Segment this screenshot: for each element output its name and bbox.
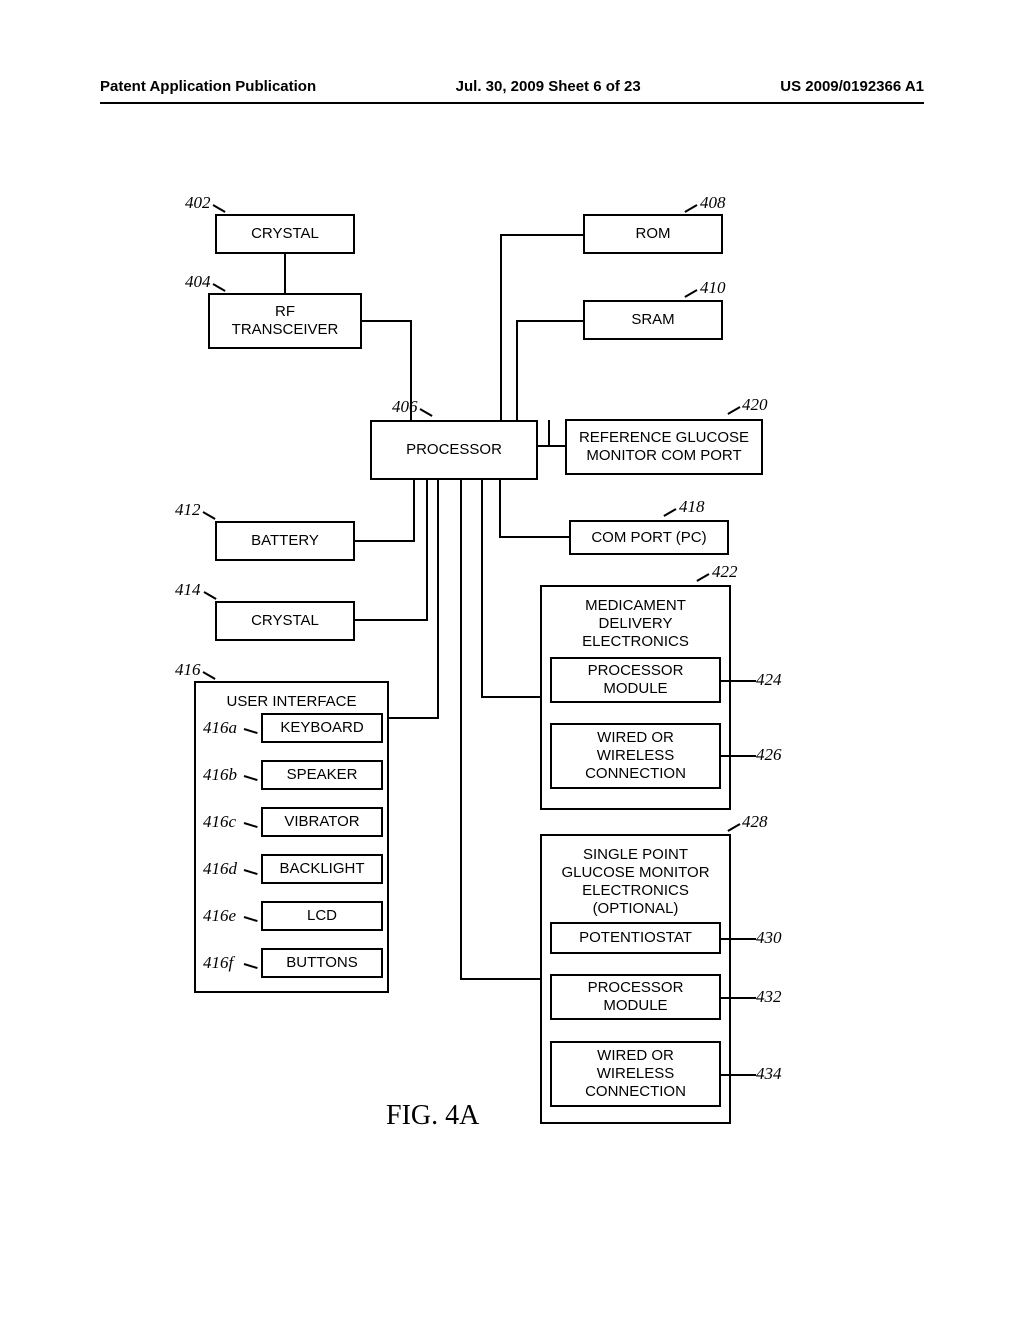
line: [362, 320, 412, 322]
tick: [684, 204, 697, 213]
ref-428: 428: [742, 812, 768, 832]
vibrator-box: VIBRATOR: [261, 807, 383, 837]
tick: [721, 938, 756, 940]
tick: [204, 591, 217, 600]
connection-1-box: WIRED OR WIRELESS CONNECTION: [550, 723, 721, 789]
lcd-box: LCD: [261, 901, 383, 931]
line: [389, 717, 439, 719]
tick: [727, 823, 740, 832]
buttons-box: BUTTONS: [261, 948, 383, 978]
line: [284, 254, 286, 293]
header-mid: Jul. 30, 2009 Sheet 6 of 23: [456, 78, 641, 95]
line: [548, 420, 550, 445]
ref-434: 434: [756, 1064, 782, 1084]
line: [516, 320, 518, 420]
tick: [203, 671, 216, 680]
ref-412: 412: [175, 500, 201, 520]
reference-glucose-box: REFERENCE GLUCOSE MONITOR COM PORT: [565, 419, 763, 475]
tick: [696, 573, 709, 582]
processor-module-2-box: PROCESSOR MODULE: [550, 974, 721, 1020]
crystal-2-box: CRYSTAL: [215, 601, 355, 641]
ref-416: 416: [175, 660, 201, 680]
potentiostat-box: POTENTIOSTAT: [550, 922, 721, 954]
tick: [721, 1074, 756, 1076]
tick: [663, 508, 676, 517]
tick: [721, 755, 756, 757]
header-right: US 2009/0192366 A1: [780, 78, 924, 95]
line: [426, 480, 428, 621]
ref-424: 424: [756, 670, 782, 690]
ref-408: 408: [700, 193, 726, 213]
line: [410, 320, 412, 420]
ref-416a: 416a: [203, 718, 237, 738]
backlight-box: BACKLIGHT: [261, 854, 383, 884]
line: [516, 320, 583, 322]
sram-box: SRAM: [583, 300, 723, 340]
tick: [420, 408, 433, 417]
ref-416e: 416e: [203, 906, 236, 926]
line: [355, 619, 428, 621]
crystal-1-box: CRYSTAL: [215, 214, 355, 254]
line: [500, 234, 583, 236]
line: [460, 978, 540, 980]
speaker-box: SPEAKER: [261, 760, 383, 790]
rf-transceiver-box: RF TRANSCEIVER: [208, 293, 362, 349]
page: Patent Application Publication Jul. 30, …: [0, 0, 1024, 1320]
tick: [213, 204, 226, 213]
tick: [213, 283, 226, 292]
line: [499, 480, 501, 538]
processor-box: PROCESSOR: [370, 420, 538, 480]
ref-430: 430: [756, 928, 782, 948]
line: [499, 536, 569, 538]
battery-box: BATTERY: [215, 521, 355, 561]
ref-432: 432: [756, 987, 782, 1007]
tick: [203, 511, 216, 520]
ref-422: 422: [712, 562, 738, 582]
ref-414: 414: [175, 580, 201, 600]
line: [538, 445, 567, 447]
ref-402: 402: [185, 193, 211, 213]
ref-418: 418: [679, 497, 705, 517]
figure-label: FIG. 4A: [386, 1100, 479, 1132]
keyboard-box: KEYBOARD: [261, 713, 383, 743]
header-rule: [100, 102, 924, 104]
line: [437, 480, 439, 719]
line: [481, 696, 540, 698]
ref-416d: 416d: [203, 859, 237, 879]
ref-420: 420: [742, 395, 768, 415]
com-port-box: COM PORT (PC): [569, 520, 729, 555]
tick: [721, 997, 756, 999]
line: [481, 480, 483, 698]
tick: [721, 680, 756, 682]
ref-416c: 416c: [203, 812, 236, 832]
tick: [684, 289, 697, 298]
header-left: Patent Application Publication: [100, 78, 316, 95]
ref-404: 404: [185, 272, 211, 292]
ref-416b: 416b: [203, 765, 237, 785]
page-header: Patent Application Publication Jul. 30, …: [100, 78, 924, 95]
ref-410: 410: [700, 278, 726, 298]
processor-module-1-box: PROCESSOR MODULE: [550, 657, 721, 703]
line: [500, 234, 502, 420]
user-interface-title: USER INTERFACE: [226, 687, 356, 715]
tick: [727, 406, 740, 415]
rom-box: ROM: [583, 214, 723, 254]
line: [460, 480, 462, 980]
ref-426: 426: [756, 745, 782, 765]
connection-2-box: WIRED OR WIRELESS CONNECTION: [550, 1041, 721, 1107]
ref-406: 406: [392, 397, 418, 417]
line: [413, 480, 415, 542]
line: [355, 540, 415, 542]
ref-416f: 416f: [203, 953, 233, 973]
